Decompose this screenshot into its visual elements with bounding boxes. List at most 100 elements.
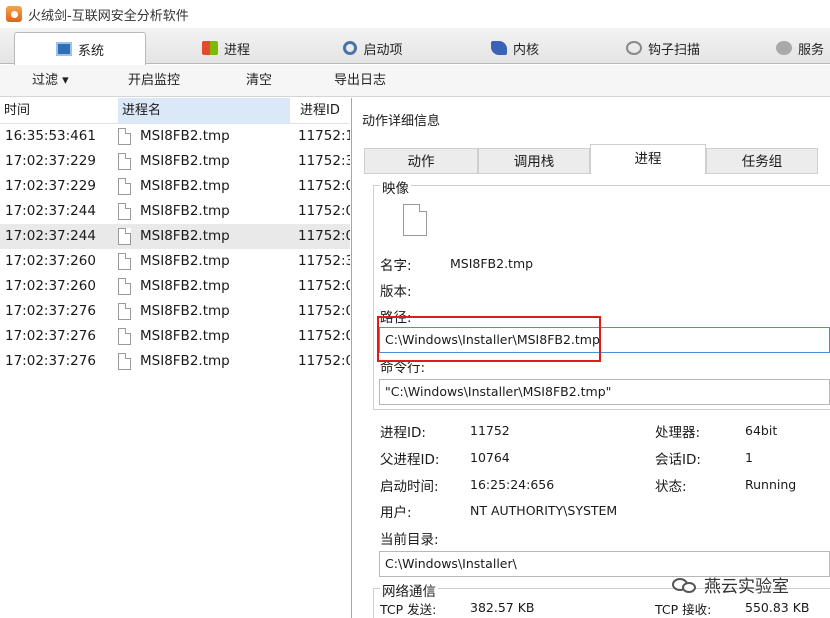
start-time-value: 16:25:24:656 — [470, 477, 555, 492]
watermark-text: 燕云实验室 — [704, 577, 789, 597]
tab-system[interactable]: 系统 — [14, 32, 146, 65]
column-header-time[interactable]: 时间 — [0, 98, 114, 124]
window-title: 火绒剑-互联网安全分析软件 — [28, 8, 189, 24]
file-icon — [118, 228, 131, 245]
table-row[interactable]: 16:35:53:461 MSI8FB2.tmp 11752:1 — [0, 124, 350, 149]
clear-button[interactable]: 清空 — [246, 65, 272, 97]
watermark: 燕云实验室 — [672, 572, 789, 597]
image-group-box — [373, 185, 830, 410]
row-process-name: MSI8FB2.tmp — [140, 278, 230, 294]
row-process-id: 11752:0 — [298, 228, 350, 244]
ppid-label: 父进程ID: — [380, 452, 440, 468]
tab-label: 进程 — [223, 42, 250, 58]
tab-label: 服务 — [798, 42, 825, 58]
tab-startup[interactable]: 启动项 — [318, 32, 428, 64]
row-process-id: 11752:0 — [298, 178, 350, 194]
row-process-name: MSI8FB2.tmp — [140, 328, 230, 344]
startup-icon — [343, 41, 358, 55]
user-value: NT AUTHORITY\SYSTEM — [470, 503, 618, 518]
highlight-box — [377, 316, 601, 362]
tab-label: 内核 — [512, 42, 539, 58]
row-time: 17:02:37:229 — [5, 153, 96, 169]
event-list: 16:35:53:461 MSI8FB2.tmp 11752:1 17:02:3… — [0, 124, 350, 374]
file-icon — [118, 128, 131, 145]
table-row-selected[interactable]: 17:02:37:244 MSI8FB2.tmp 11752:0 — [0, 224, 350, 249]
name-label: 名字: — [380, 258, 412, 274]
name-value: MSI8FB2.tmp — [450, 256, 534, 271]
system-icon — [55, 42, 72, 56]
table-row[interactable]: 17:02:37:260 MSI8FB2.tmp 11752:3 — [0, 249, 350, 274]
table-row[interactable]: 17:02:37:229 MSI8FB2.tmp 11752:3 — [0, 149, 350, 174]
session-value: 1 — [745, 450, 753, 465]
app-logo-icon — [6, 6, 22, 22]
table-row[interactable]: 17:02:37:244 MSI8FB2.tmp 11752:0 — [0, 199, 350, 224]
row-time: 17:02:37:229 — [5, 178, 96, 194]
tab-hook-scan[interactable]: 钩子扫描 — [608, 32, 718, 64]
row-process-name: MSI8FB2.tmp — [140, 178, 230, 194]
row-time: 17:02:37:276 — [5, 303, 96, 319]
user-label: 用户: — [380, 505, 412, 521]
tab-service[interactable]: 服务 — [760, 32, 830, 64]
start-time-label: 启动时间: — [380, 479, 439, 495]
table-row[interactable]: 17:02:37:276 MSI8FB2.tmp 11752:0 — [0, 324, 350, 349]
tcp-recv-label: TCP 接收: — [655, 602, 712, 617]
file-icon — [118, 303, 131, 320]
network-group-title: 网络通信 — [380, 580, 438, 600]
panel-title: 动作详细信息 — [362, 114, 441, 129]
row-time: 16:35:53:461 — [5, 128, 96, 144]
table-row[interactable]: 17:02:37:276 MSI8FB2.tmp 11752:0 — [0, 299, 350, 324]
ppid-value: 10764 — [470, 450, 510, 465]
row-process-name: MSI8FB2.tmp — [140, 253, 230, 269]
tab-process[interactable]: 进程 — [176, 32, 276, 64]
column-header-process-name[interactable]: 进程名 — [118, 98, 290, 124]
pid-label: 进程ID: — [380, 425, 426, 441]
tab-action[interactable]: 动作 — [364, 148, 478, 174]
column-header-process-id[interactable]: 进程ID — [296, 98, 350, 124]
row-process-name: MSI8FB2.tmp — [140, 128, 230, 144]
row-time: 17:02:37:244 — [5, 203, 96, 219]
tab-process-detail[interactable]: 进程 — [590, 144, 706, 174]
kernel-icon — [490, 41, 507, 55]
row-process-id: 11752:3 — [298, 153, 350, 169]
filter-dropdown[interactable]: 过滤 ▾ — [32, 65, 69, 97]
tab-label: 钩子扫描 — [647, 42, 700, 58]
row-time: 17:02:37:260 — [5, 253, 96, 269]
table-row[interactable]: 17:02:37:276 MSI8FB2.tmp 11752:0 — [0, 349, 350, 374]
tab-task-group[interactable]: 任务组 — [706, 148, 818, 174]
wechat-logo-icon — [672, 576, 698, 594]
export-log-button[interactable]: 导出日志 — [334, 65, 386, 97]
event-list-header: 时间 进程名 进程ID — [0, 98, 350, 124]
row-process-id: 11752:0 — [298, 303, 350, 319]
cpu-label: 处理器: — [655, 425, 701, 441]
row-process-id: 11752:0 — [298, 328, 350, 344]
row-process-id: 11752:0 — [298, 353, 350, 369]
row-process-id: 11752:1 — [298, 128, 350, 144]
table-row[interactable]: 17:02:37:229 MSI8FB2.tmp 11752:0 — [0, 174, 350, 199]
pid-value: 11752 — [470, 423, 510, 438]
row-process-name: MSI8FB2.tmp — [140, 353, 230, 369]
cmdline-field[interactable]: "C:\Windows\Installer\MSI8FB2.tmp" — [379, 379, 830, 405]
status-label: 状态: — [655, 479, 687, 495]
tcp-recv-value: 550.83 KB — [745, 600, 810, 615]
tab-label: 系统 — [77, 43, 104, 59]
row-time: 17:02:37:276 — [5, 353, 96, 369]
start-monitor-button[interactable]: 开启监控 — [128, 65, 180, 97]
session-label: 会话ID: — [655, 452, 701, 468]
row-process-name: MSI8FB2.tmp — [140, 203, 230, 219]
file-icon — [118, 203, 131, 220]
row-process-name: MSI8FB2.tmp — [140, 153, 230, 169]
status-value: Running — [745, 477, 797, 492]
row-process-name: MSI8FB2.tmp — [140, 228, 230, 244]
hook-scan-icon — [625, 41, 642, 55]
tab-kernel[interactable]: 内核 — [470, 32, 560, 64]
version-label: 版本: — [380, 284, 412, 300]
file-icon — [118, 278, 131, 295]
row-process-name: MSI8FB2.tmp — [140, 303, 230, 319]
file-icon — [118, 153, 131, 170]
table-row[interactable]: 17:02:37:260 MSI8FB2.tmp 11752:0 — [0, 274, 350, 299]
row-time: 17:02:37:276 — [5, 328, 96, 344]
tab-call-stack[interactable]: 调用栈 — [478, 148, 590, 174]
file-icon — [118, 328, 131, 345]
row-time: 17:02:37:260 — [5, 278, 96, 294]
tcp-send-label: TCP 发送: — [380, 602, 437, 617]
